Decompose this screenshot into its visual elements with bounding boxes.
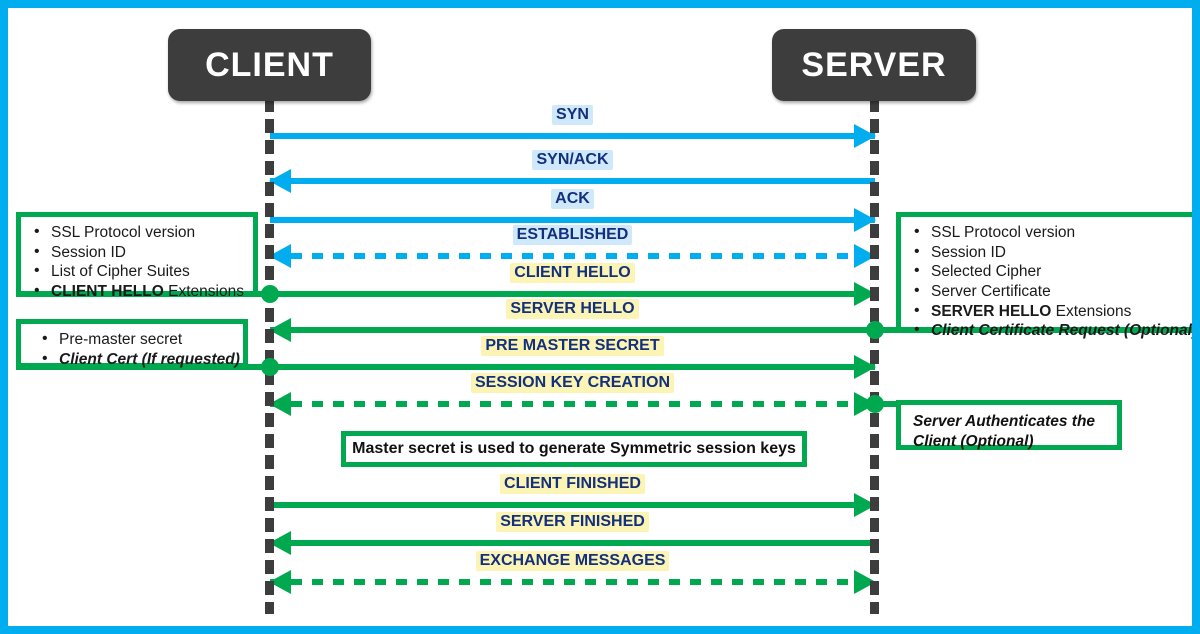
list-item: Session ID xyxy=(914,242,1185,263)
callout-client-hello: SSL Protocol version Session ID List of … xyxy=(16,212,258,301)
callout-list: SSL Protocol version Session ID Selected… xyxy=(901,217,1192,347)
sequence-diagram: CLIENT SERVER SYN SYN/ACK ACK ESTABLISHE… xyxy=(0,0,1200,634)
message-line xyxy=(270,364,875,370)
callout-list: Pre-master secret Client Cert (If reques… xyxy=(21,324,243,375)
list-item: List of Cipher Suites xyxy=(34,261,243,282)
lifeline-client xyxy=(265,98,274,614)
list-item: Client Certificate Request (Optional) xyxy=(914,320,1192,341)
message-label: PRE MASTER SECRET xyxy=(270,335,875,356)
message-label: SERVER HELLO xyxy=(270,298,875,319)
list-item: Pre-master secret xyxy=(42,329,233,350)
list-item: SSL Protocol version xyxy=(34,222,243,243)
message-line xyxy=(270,178,875,184)
list-item: Selected Cipher xyxy=(914,261,1185,282)
list-item: SSL Protocol version xyxy=(914,222,1185,243)
actor-client[interactable]: CLIENT xyxy=(168,29,371,101)
message-label: SESSION KEY CREATION xyxy=(270,372,875,393)
message-label: SYN xyxy=(270,104,875,125)
callout-pre-master-secret: Pre-master secret Client Cert (If reques… xyxy=(16,319,248,369)
callout-server-hello: SSL Protocol version Session ID Selected… xyxy=(896,212,1192,340)
message-label: EXCHANGE MESSAGES xyxy=(270,550,875,571)
message-line xyxy=(270,327,875,333)
message-line xyxy=(270,401,875,407)
list-item: Session ID xyxy=(34,242,243,263)
message-line xyxy=(270,540,875,546)
callout-master-secret-note: Master secret is used to generate Symmet… xyxy=(341,431,807,467)
message-line xyxy=(270,579,875,585)
callout-server-authenticates-client: Server Authenticates the Client (Optiona… xyxy=(896,400,1122,450)
message-label: CLIENT FINISHED xyxy=(270,473,875,494)
message-label: SERVER FINISHED xyxy=(270,511,875,532)
connector-dot-pre-master xyxy=(261,358,279,376)
connector-dot-client-hello xyxy=(261,285,279,303)
connector-dot-server-hello xyxy=(866,321,884,339)
message-label: CLIENT HELLO xyxy=(270,262,875,283)
message-label: ACK xyxy=(270,188,875,209)
message-line xyxy=(270,291,875,297)
message-line xyxy=(270,217,875,223)
note-text: Master secret is used to generate Symmet… xyxy=(352,440,796,457)
callout-line-1: Server Authenticates the xyxy=(913,413,1096,430)
message-line xyxy=(270,253,875,259)
actor-server[interactable]: SERVER xyxy=(772,29,976,101)
lifeline-server xyxy=(870,98,879,614)
connector-dot-server-auth xyxy=(866,395,884,413)
message-label: ESTABLISHED xyxy=(270,224,875,245)
callout-list: SSL Protocol version Session ID List of … xyxy=(21,217,253,308)
list-item: SERVER HELLO Extensions xyxy=(914,301,1185,322)
message-line xyxy=(270,133,875,139)
message-label: SYN/ACK xyxy=(270,149,875,170)
list-item: CLIENT HELLO Extensions xyxy=(34,281,244,302)
callout-line-2: Client (Optional) xyxy=(913,433,1034,451)
list-item: Server Certificate xyxy=(914,281,1185,302)
list-item: Client Cert (If requested) xyxy=(42,349,240,370)
message-line xyxy=(270,502,875,508)
